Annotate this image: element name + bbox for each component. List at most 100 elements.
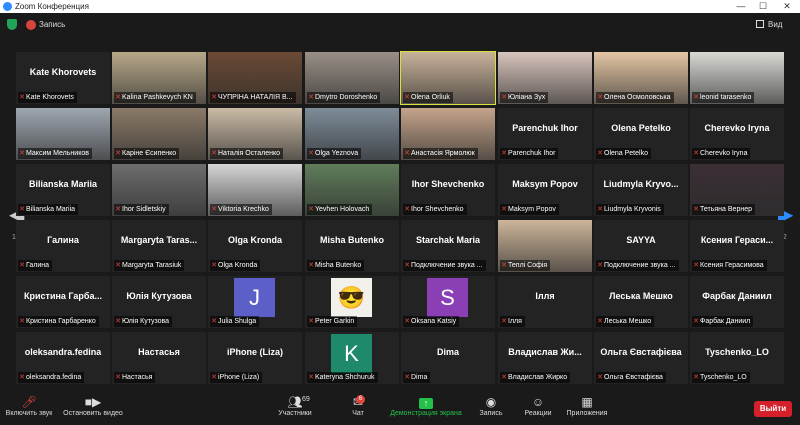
participant-tile[interactable]: Фарбак Даниил ✕Фарбак Даниил bbox=[690, 276, 784, 328]
participant-tile[interactable]: oleksandra.fedina ✕oleksandra.fedina bbox=[16, 332, 110, 384]
participant-name: Olga Yeznova bbox=[315, 150, 359, 157]
participant-tile[interactable]: Юлія Кутузова ✕Юлія Кутузова bbox=[112, 276, 206, 328]
participant-tile[interactable]: S ✕Oksana Katsiy bbox=[401, 276, 495, 328]
muted-mic-icon: ✕ bbox=[19, 150, 25, 157]
record-status-label: Запись bbox=[39, 20, 66, 29]
participant-tile[interactable]: Maksym Popov ✕Maksym Popov bbox=[498, 164, 592, 216]
participant-tile[interactable]: ✕Viktoria Krechko bbox=[208, 164, 302, 216]
participant-name-label: ✕Dima bbox=[403, 372, 431, 383]
muted-mic-icon: ✕ bbox=[19, 206, 25, 213]
participant-name: Viktoria Krechko bbox=[218, 206, 269, 213]
participant-tile[interactable]: 😎 ✕Peter Garkin bbox=[305, 276, 399, 328]
participant-avatar: J bbox=[234, 278, 275, 317]
muted-mic-icon: ✕ bbox=[693, 374, 699, 381]
participant-display-name: Dima bbox=[436, 347, 459, 357]
participant-name: Oksana Katsiy bbox=[411, 318, 457, 325]
participant-tile[interactable]: Parenchuk Ihor ✕Parenchuk Ihor bbox=[498, 108, 592, 160]
participant-tile[interactable]: Margaryta Taras... ✕Margaryta Tarasiuk bbox=[112, 220, 206, 272]
participant-tile[interactable]: Liudmyla Kryvo... ✕Liudmyla Kryvonis bbox=[594, 164, 688, 216]
participant-tile[interactable]: ✕Olena Orliuk bbox=[400, 51, 496, 105]
participant-name-label: ✕Галина bbox=[18, 260, 53, 271]
participant-tile[interactable]: Olena Petelko ✕Olena Petelko bbox=[594, 108, 688, 160]
participant-name-label: ✕Olena Orliuk bbox=[403, 92, 453, 103]
participant-display-name: Starchak Maria bbox=[415, 235, 481, 245]
reactions-button[interactable]: ☺ Реакции bbox=[518, 392, 558, 425]
participant-tile[interactable]: ✕Анастасія Ярмолюк bbox=[401, 108, 495, 160]
participant-name-label: ✕Kate Khorovets bbox=[18, 92, 77, 103]
participant-name: Юлія Кутузова bbox=[122, 318, 170, 325]
participant-tile[interactable]: ✕Dmytro Doroshenko bbox=[305, 52, 399, 104]
participant-tile[interactable]: Леська Мешко ✕Леська Мешко bbox=[594, 276, 688, 328]
share-screen-button[interactable]: ↑ Демонстрация экрана bbox=[388, 392, 464, 425]
close-button[interactable]: ✕ bbox=[776, 0, 798, 13]
participant-tile[interactable]: Владислав Жи... ✕Владислав Жирко bbox=[498, 332, 592, 384]
participant-tile[interactable]: ✕leonid tarasenko bbox=[690, 52, 784, 104]
participant-tile[interactable]: Ксения Гераси... ✕Ксения Герасимова bbox=[690, 220, 784, 272]
muted-mic-icon: ✕ bbox=[19, 374, 25, 381]
participant-tile[interactable]: ✕Тетьяна Вернер bbox=[690, 164, 784, 216]
participant-display-name: Кристина Гарба... bbox=[24, 291, 102, 301]
participant-tile[interactable]: SAYYA ✕Подключение звука ... bbox=[594, 220, 688, 272]
participant-tile[interactable]: Olga Kronda ✕Olga Kronda bbox=[208, 220, 302, 272]
stop-video-button[interactable]: ■▶ Остановить видео bbox=[60, 392, 126, 425]
participant-tile[interactable]: ✕Ihor Sidletskiy bbox=[112, 164, 206, 216]
record-button[interactable]: ◉ Запись bbox=[474, 392, 508, 425]
apps-button[interactable]: ▦ Приложения bbox=[562, 392, 612, 425]
participant-tile[interactable]: ✕Yevhen Holovach bbox=[305, 164, 399, 216]
participant-tile[interactable]: ✕Каріне Єсипенко bbox=[112, 108, 206, 160]
participant-tile[interactable]: Misha Butenko ✕Misha Butenko bbox=[305, 220, 399, 272]
chat-button[interactable]: ✉︎ 6 Чат bbox=[340, 392, 376, 425]
unmute-button[interactable]: 🎤︎ Включить звук bbox=[0, 392, 58, 425]
participant-name: Настасья bbox=[122, 374, 153, 381]
view-button[interactable]: Вид bbox=[768, 19, 782, 30]
participant-tile[interactable]: J ✕Julia Shulga bbox=[208, 276, 302, 328]
participant-tile[interactable]: ✕Юліана Зух bbox=[498, 52, 592, 104]
participant-tile[interactable]: Starchak Maria ✕Подключение звука ... bbox=[401, 220, 495, 272]
participant-display-name: Владислав Жи... bbox=[508, 347, 582, 357]
muted-mic-icon: ✕ bbox=[597, 374, 603, 381]
participant-tile[interactable]: ✕Olga Yeznova bbox=[305, 108, 399, 160]
leave-meeting-button[interactable]: Выйти bbox=[754, 401, 792, 417]
participant-name: Dmytro Doroshenko bbox=[315, 94, 378, 101]
participant-tile[interactable]: Галина ✕Галина bbox=[16, 220, 110, 272]
muted-mic-icon: ✕ bbox=[501, 374, 507, 381]
window-title: Zoom Конференция bbox=[15, 2, 89, 11]
participant-name: Владислав Жирко bbox=[508, 374, 568, 381]
participant-tile[interactable]: ✕Наталія Осталенко bbox=[208, 108, 302, 160]
participant-name-label: ✕Анастасія Ярмолюк bbox=[403, 148, 478, 159]
participant-name: Ілля bbox=[508, 318, 522, 325]
participant-tile[interactable]: Kate Khorovets ✕Kate Khorovets bbox=[16, 52, 110, 104]
participant-name: Анастасія Ярмолюк bbox=[411, 150, 475, 157]
participant-name: Peter Garkin bbox=[315, 318, 355, 325]
participant-tile[interactable]: Ihor Shevchenko ✕Ihor Shevchenko bbox=[401, 164, 495, 216]
maximize-button[interactable]: ☐ bbox=[752, 0, 774, 13]
muted-mic-icon: ✕ bbox=[693, 206, 699, 213]
participant-tile[interactable]: Ілля ✕Ілля bbox=[498, 276, 592, 328]
participant-tile[interactable]: iPhone (Liza) ✕iPhone (Liza) bbox=[208, 332, 302, 384]
participant-tile[interactable]: ✕Олена Осмоловська bbox=[594, 52, 688, 104]
participant-tile[interactable]: K ✕Kateryna Shchuruk bbox=[305, 332, 399, 384]
participant-tile[interactable]: ✕ЧУПРІНА НАТАЛІЯ В... bbox=[208, 52, 302, 104]
muted-mic-icon: ✕ bbox=[19, 94, 25, 101]
reactions-label: Реакции bbox=[524, 410, 552, 417]
participant-display-name: Olga Kronda bbox=[227, 235, 282, 245]
muted-mic-icon: ✕ bbox=[308, 262, 314, 269]
participant-tile[interactable]: Cherevko Iryna ✕Cherevko Iryna bbox=[690, 108, 784, 160]
participant-tile[interactable]: ✕Kalina Pashkevych KN bbox=[112, 52, 206, 104]
share-screen-icon: ↑ bbox=[388, 392, 464, 409]
participant-tile[interactable]: Tyschenko_LO ✕Tyschenko_LO bbox=[690, 332, 784, 384]
participant-tile[interactable]: ✕Максим Мельников bbox=[16, 108, 110, 160]
participant-tile[interactable]: Кристина Гарба... ✕Кристина Гарбаренко bbox=[16, 276, 110, 328]
muted-mic-icon: ✕ bbox=[308, 374, 314, 381]
participant-tile[interactable]: ✕Теплі Софія bbox=[498, 220, 592, 272]
minimize-button[interactable]: — bbox=[730, 0, 752, 13]
participant-tile[interactable]: Настасья ✕Настасья bbox=[112, 332, 206, 384]
muted-mic-icon: ✕ bbox=[308, 318, 314, 325]
participant-tile[interactable]: Ольга Євстафієва ✕Ольга Євстафієва bbox=[594, 332, 688, 384]
share-screen-label: Демонстрация экрана bbox=[390, 410, 462, 417]
security-shield-icon[interactable] bbox=[7, 19, 17, 30]
participant-tile[interactable]: Dima ✕Dima bbox=[401, 332, 495, 384]
participants-button[interactable]: 👥︎ 69 Участники bbox=[274, 392, 316, 425]
view-grid-icon[interactable] bbox=[756, 20, 764, 28]
participant-tile[interactable]: Bilianska Mariia ✕Bilianska Mariia bbox=[16, 164, 110, 216]
